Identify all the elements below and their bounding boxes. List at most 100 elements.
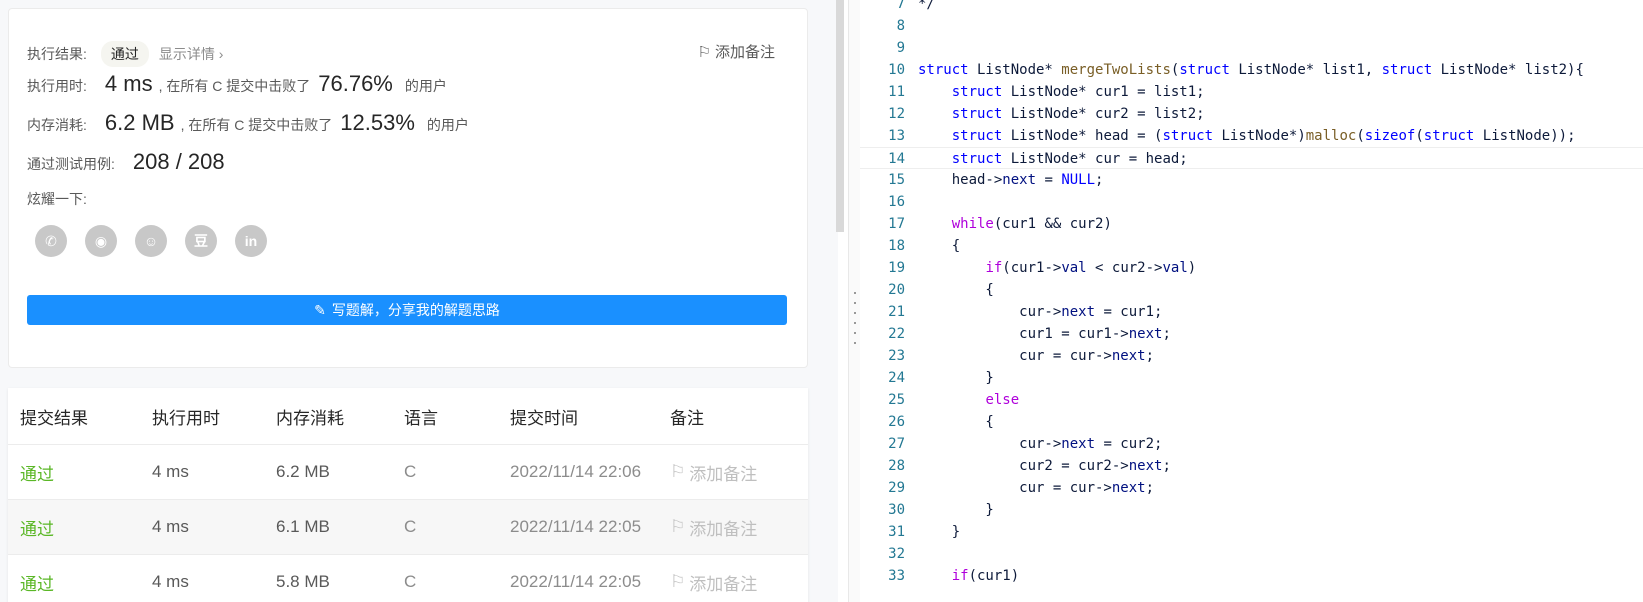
header-note: 备注 — [670, 408, 704, 428]
line-number: 17 — [888, 216, 905, 232]
row-add-note[interactable]: ⚐ 添加备注 — [670, 570, 808, 595]
code-text: } — [918, 502, 994, 518]
line-number: 10 — [888, 62, 905, 78]
row-status[interactable]: 通过 — [8, 460, 152, 485]
row-status[interactable]: 通过 — [8, 570, 152, 595]
row-memory: 6.2 MB — [276, 462, 330, 481]
line-number: 23 — [888, 348, 905, 364]
code-text: } — [918, 370, 994, 386]
row-add-note[interactable]: ⚐ 添加备注 — [670, 460, 808, 485]
line-number: 9 — [896, 40, 905, 56]
runtime-value: 4 ms — [104, 71, 153, 96]
add-note-button[interactable]: ⚐ 添加备注 — [698, 41, 775, 62]
code-line[interactable]: 10 struct ListNode* mergeTwoLists(struct … — [860, 59, 1643, 81]
code-editor[interactable]: 7 */ 8 9 10 struct ListNode* mergeTwoLists(st… — [860, 0, 1643, 602]
code-line[interactable]: 8 — [860, 15, 1643, 37]
code-line[interactable]: 15 head->next = NULL; — [860, 169, 1643, 191]
code-line[interactable]: 17 while(cur1 && cur2) — [860, 213, 1643, 235]
code-line[interactable]: 20 { — [860, 279, 1643, 301]
table-row[interactable]: 通过 4 ms 6.2 MB C 2022/11/14 22:06 ⚐ 添加备注 — [8, 444, 808, 499]
code-line[interactable]: 12 struct ListNode* cur2 = list2; — [860, 103, 1643, 125]
row-runtime: 4 ms — [152, 462, 189, 481]
row-note-label: 添加备注 — [689, 519, 758, 539]
flag-icon: ⚐ — [670, 517, 686, 536]
code-line[interactable]: 11 struct ListNode* cur1 = list1; — [860, 81, 1643, 103]
code-text: struct ListNode* mergeTwoLists(struct Li… — [918, 62, 1584, 78]
row-add-note[interactable]: ⚐ 添加备注 — [670, 515, 808, 540]
line-number: 20 — [888, 282, 905, 298]
line-number: 31 — [888, 524, 905, 540]
code-text: cur->next = cur1; — [918, 304, 1163, 320]
row-submitted: 2022/11/14 22:05 — [510, 572, 642, 591]
code-line[interactable]: 21 cur->next = cur1; — [860, 301, 1643, 323]
table-row[interactable]: 通过 4 ms 6.1 MB C 2022/11/14 22:05 ⚐ 添加备注 — [8, 499, 808, 554]
line-number: 13 — [888, 128, 905, 144]
row-note-label: 添加备注 — [689, 464, 758, 484]
code-text: { — [918, 414, 994, 430]
line-number: 18 — [888, 238, 905, 254]
runtime-text: , 在所有 C 提交中击败了 — [158, 78, 311, 94]
line-number: 24 — [888, 370, 905, 386]
code-text: struct ListNode* cur1 = list1; — [951, 84, 1205, 100]
splitter-dot — [854, 342, 856, 344]
show-details-link[interactable]: 显示详情 › — [159, 44, 224, 64]
header-language: 语言 — [404, 408, 438, 428]
code-line[interactable]: 31 } — [860, 521, 1643, 543]
code-line[interactable]: 13 struct ListNode* head = (struct ListN… — [860, 125, 1643, 147]
runtime-percent: 76.76% — [318, 71, 393, 96]
qq-icon[interactable]: ☺ — [135, 225, 167, 257]
code-line[interactable]: 33 if(cur1) — [860, 565, 1643, 587]
row-status[interactable]: 通过 — [8, 515, 152, 540]
splitter-dot — [854, 292, 856, 294]
row-language: C — [404, 572, 417, 591]
code-line[interactable]: 18 { — [860, 235, 1643, 257]
code-line[interactable]: 7 */ — [860, 0, 1643, 15]
memory-row: 内存消耗: 6.2 MB , 在所有 C 提交中击败了 12.53% 的用户 — [27, 110, 469, 136]
code-line[interactable]: 27 cur->next = cur2; — [860, 433, 1643, 455]
table-row[interactable]: 通过 4 ms 5.8 MB C 2022/11/14 22:05 ⚐ 添加备注 — [8, 554, 808, 602]
code-line[interactable]: 24 } — [860, 367, 1643, 389]
line-number: 21 — [888, 304, 905, 320]
code-line[interactable]: 19 if(cur1->val < cur2->val) — [860, 257, 1643, 279]
splitter-dot — [854, 322, 856, 324]
result-card: 执行结果: 通过 显示详情 › ⚐ 添加备注 执行用时: 4 ms , 在所有 … — [8, 8, 808, 368]
code-line[interactable]: 25 else — [860, 389, 1643, 411]
code-line[interactable]: 16 — [860, 191, 1643, 213]
code-text: cur->next = cur2; — [918, 436, 1163, 452]
header-runtime: 执行用时 — [152, 408, 220, 428]
line-number: 7 — [896, 0, 905, 12]
code-text: cur2 = cur2->next; — [918, 458, 1171, 474]
line-number: 29 — [888, 480, 905, 496]
tests-label: 通过测试用例: — [27, 156, 115, 172]
line-number: 26 — [888, 414, 905, 430]
weibo-icon[interactable]: ◉ — [85, 225, 117, 257]
line-number: 11 — [888, 84, 905, 100]
code-line[interactable]: 32 — [860, 543, 1643, 565]
line-number: 19 — [888, 260, 905, 276]
table-header: 提交结果 执行用时 内存消耗 语言 提交时间 备注 — [8, 388, 808, 444]
left-scrollbar[interactable] — [836, 0, 844, 232]
row-memory: 5.8 MB — [276, 572, 330, 591]
code-line[interactable]: 26 { — [860, 411, 1643, 433]
code-text: struct ListNode* cur = head; — [951, 151, 1188, 167]
code-line[interactable]: 23 cur = cur->next; — [860, 345, 1643, 367]
write-solution-button[interactable]: ✎ 写题解，分享我的解题思路 — [27, 295, 787, 325]
runtime-suffix: 的用户 — [404, 78, 447, 94]
code-text: cur1 = cur1->next; — [918, 326, 1171, 342]
code-text: cur = cur->next; — [918, 348, 1155, 364]
code-line[interactable]: 28 cur2 = cur2->next; — [860, 455, 1643, 477]
wechat-icon[interactable]: ✆ — [35, 225, 67, 257]
flag-icon: ⚐ — [670, 462, 686, 481]
linkedin-icon[interactable]: in — [235, 225, 267, 257]
code-line[interactable]: 30 } — [860, 499, 1643, 521]
code-text: else — [985, 392, 1020, 408]
code-line[interactable]: 14 struct ListNode* cur = head; — [860, 147, 1643, 169]
douban-icon[interactable]: 豆 — [185, 225, 217, 257]
code-line[interactable]: 22 cur1 = cur1->next; — [860, 323, 1643, 345]
code-line[interactable]: 29 cur = cur->next; — [860, 477, 1643, 499]
result-row: 执行结果: 通过 显示详情 › — [27, 41, 223, 67]
code-text: head->next = NULL; — [918, 172, 1104, 188]
row-language: C — [404, 462, 417, 481]
memory-suffix: 的用户 — [426, 117, 469, 133]
code-line[interactable]: 9 — [860, 37, 1643, 59]
